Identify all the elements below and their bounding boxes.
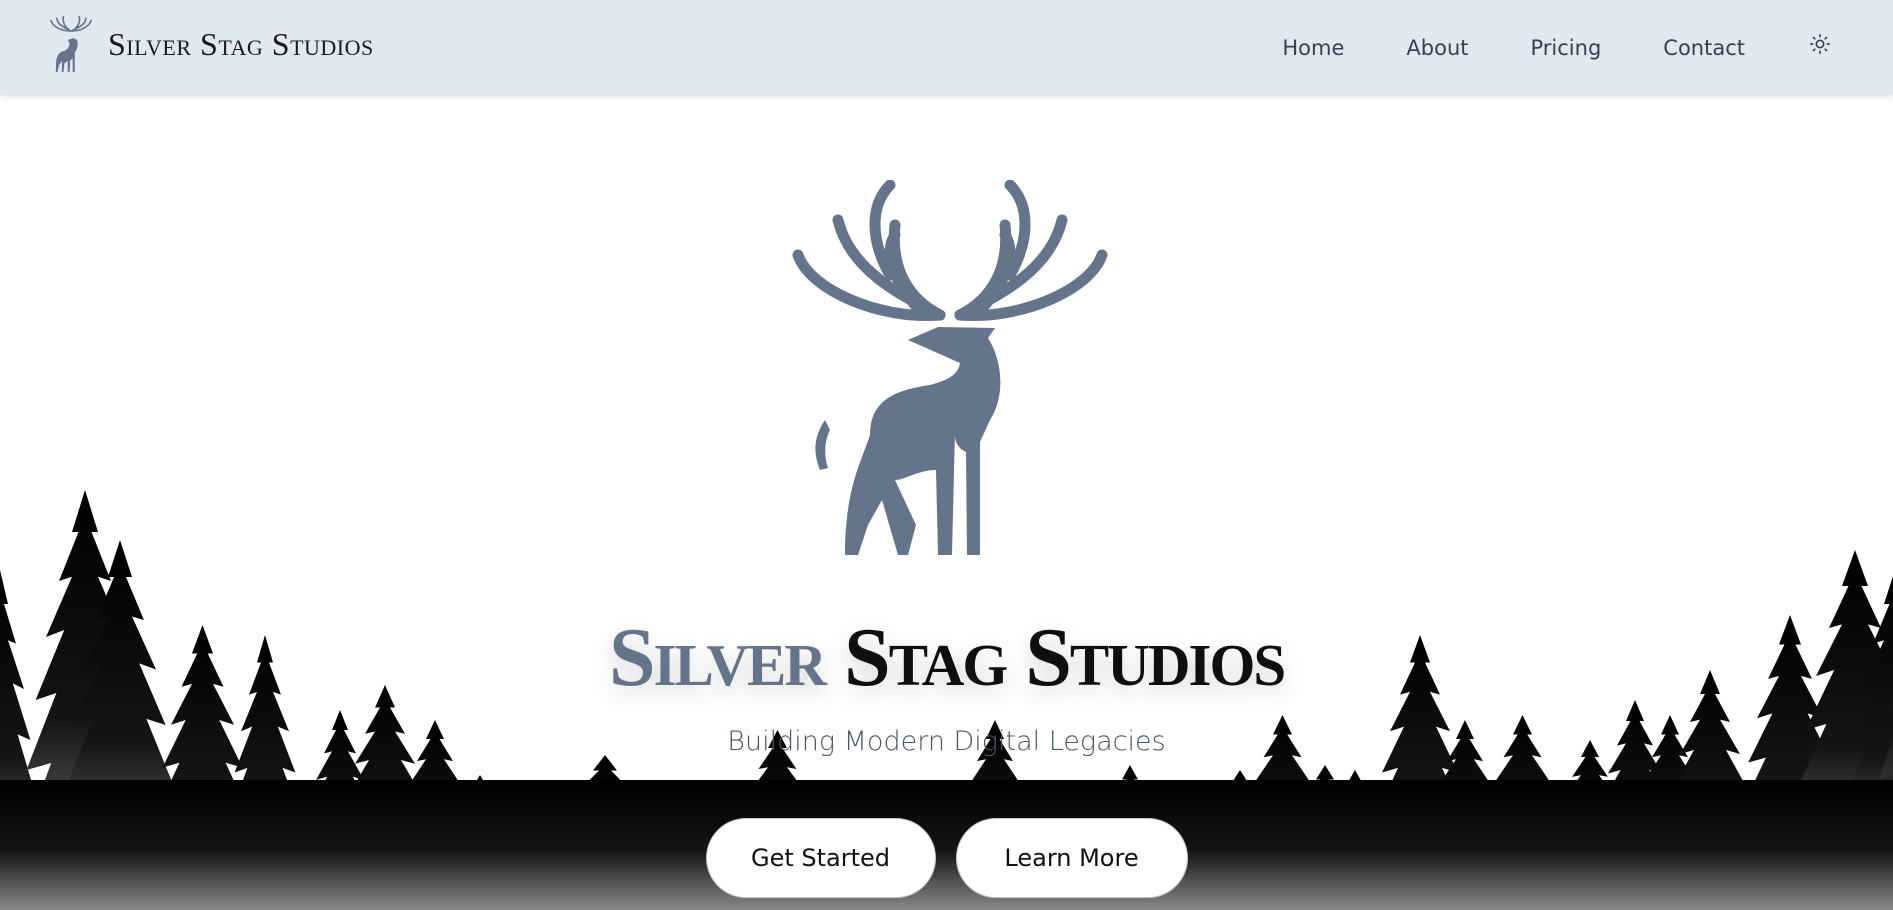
learn-more-button[interactable]: Learn More: [955, 818, 1188, 898]
get-started-button[interactable]: Get Started: [705, 818, 936, 898]
hero-title: Silver Stag Studios: [0, 608, 1893, 708]
stag-tail: [815, 420, 830, 470]
brand-name: Silver Stag Studios: [108, 25, 374, 62]
stag-logo-icon: [50, 16, 92, 72]
nav-about-link[interactable]: About: [1406, 36, 1468, 60]
sun-icon: [1810, 33, 1830, 54]
nav-contact-link[interactable]: Contact: [1663, 36, 1745, 60]
theme-toggle-button[interactable]: [1807, 31, 1833, 57]
stag-body: [845, 327, 1001, 555]
nav-pricing-link[interactable]: Pricing: [1531, 36, 1602, 60]
hero-tagline: Building Modern Digital Legacies: [727, 726, 1166, 757]
cta-row: Get Started Learn More: [0, 818, 1893, 898]
nav-home-link[interactable]: Home: [1282, 36, 1344, 60]
hero-stag-logo: [792, 180, 1108, 555]
nav-links: Home About Pricing Contact: [1282, 0, 1893, 95]
top-navbar: Silver Stag Studios Home About Pricing C…: [0, 0, 1893, 95]
hero-title-silver: Silver: [608, 611, 827, 704]
brand[interactable]: Silver Stag Studios: [46, 16, 374, 72]
hero-title-rest: Stag Studios: [844, 611, 1286, 704]
